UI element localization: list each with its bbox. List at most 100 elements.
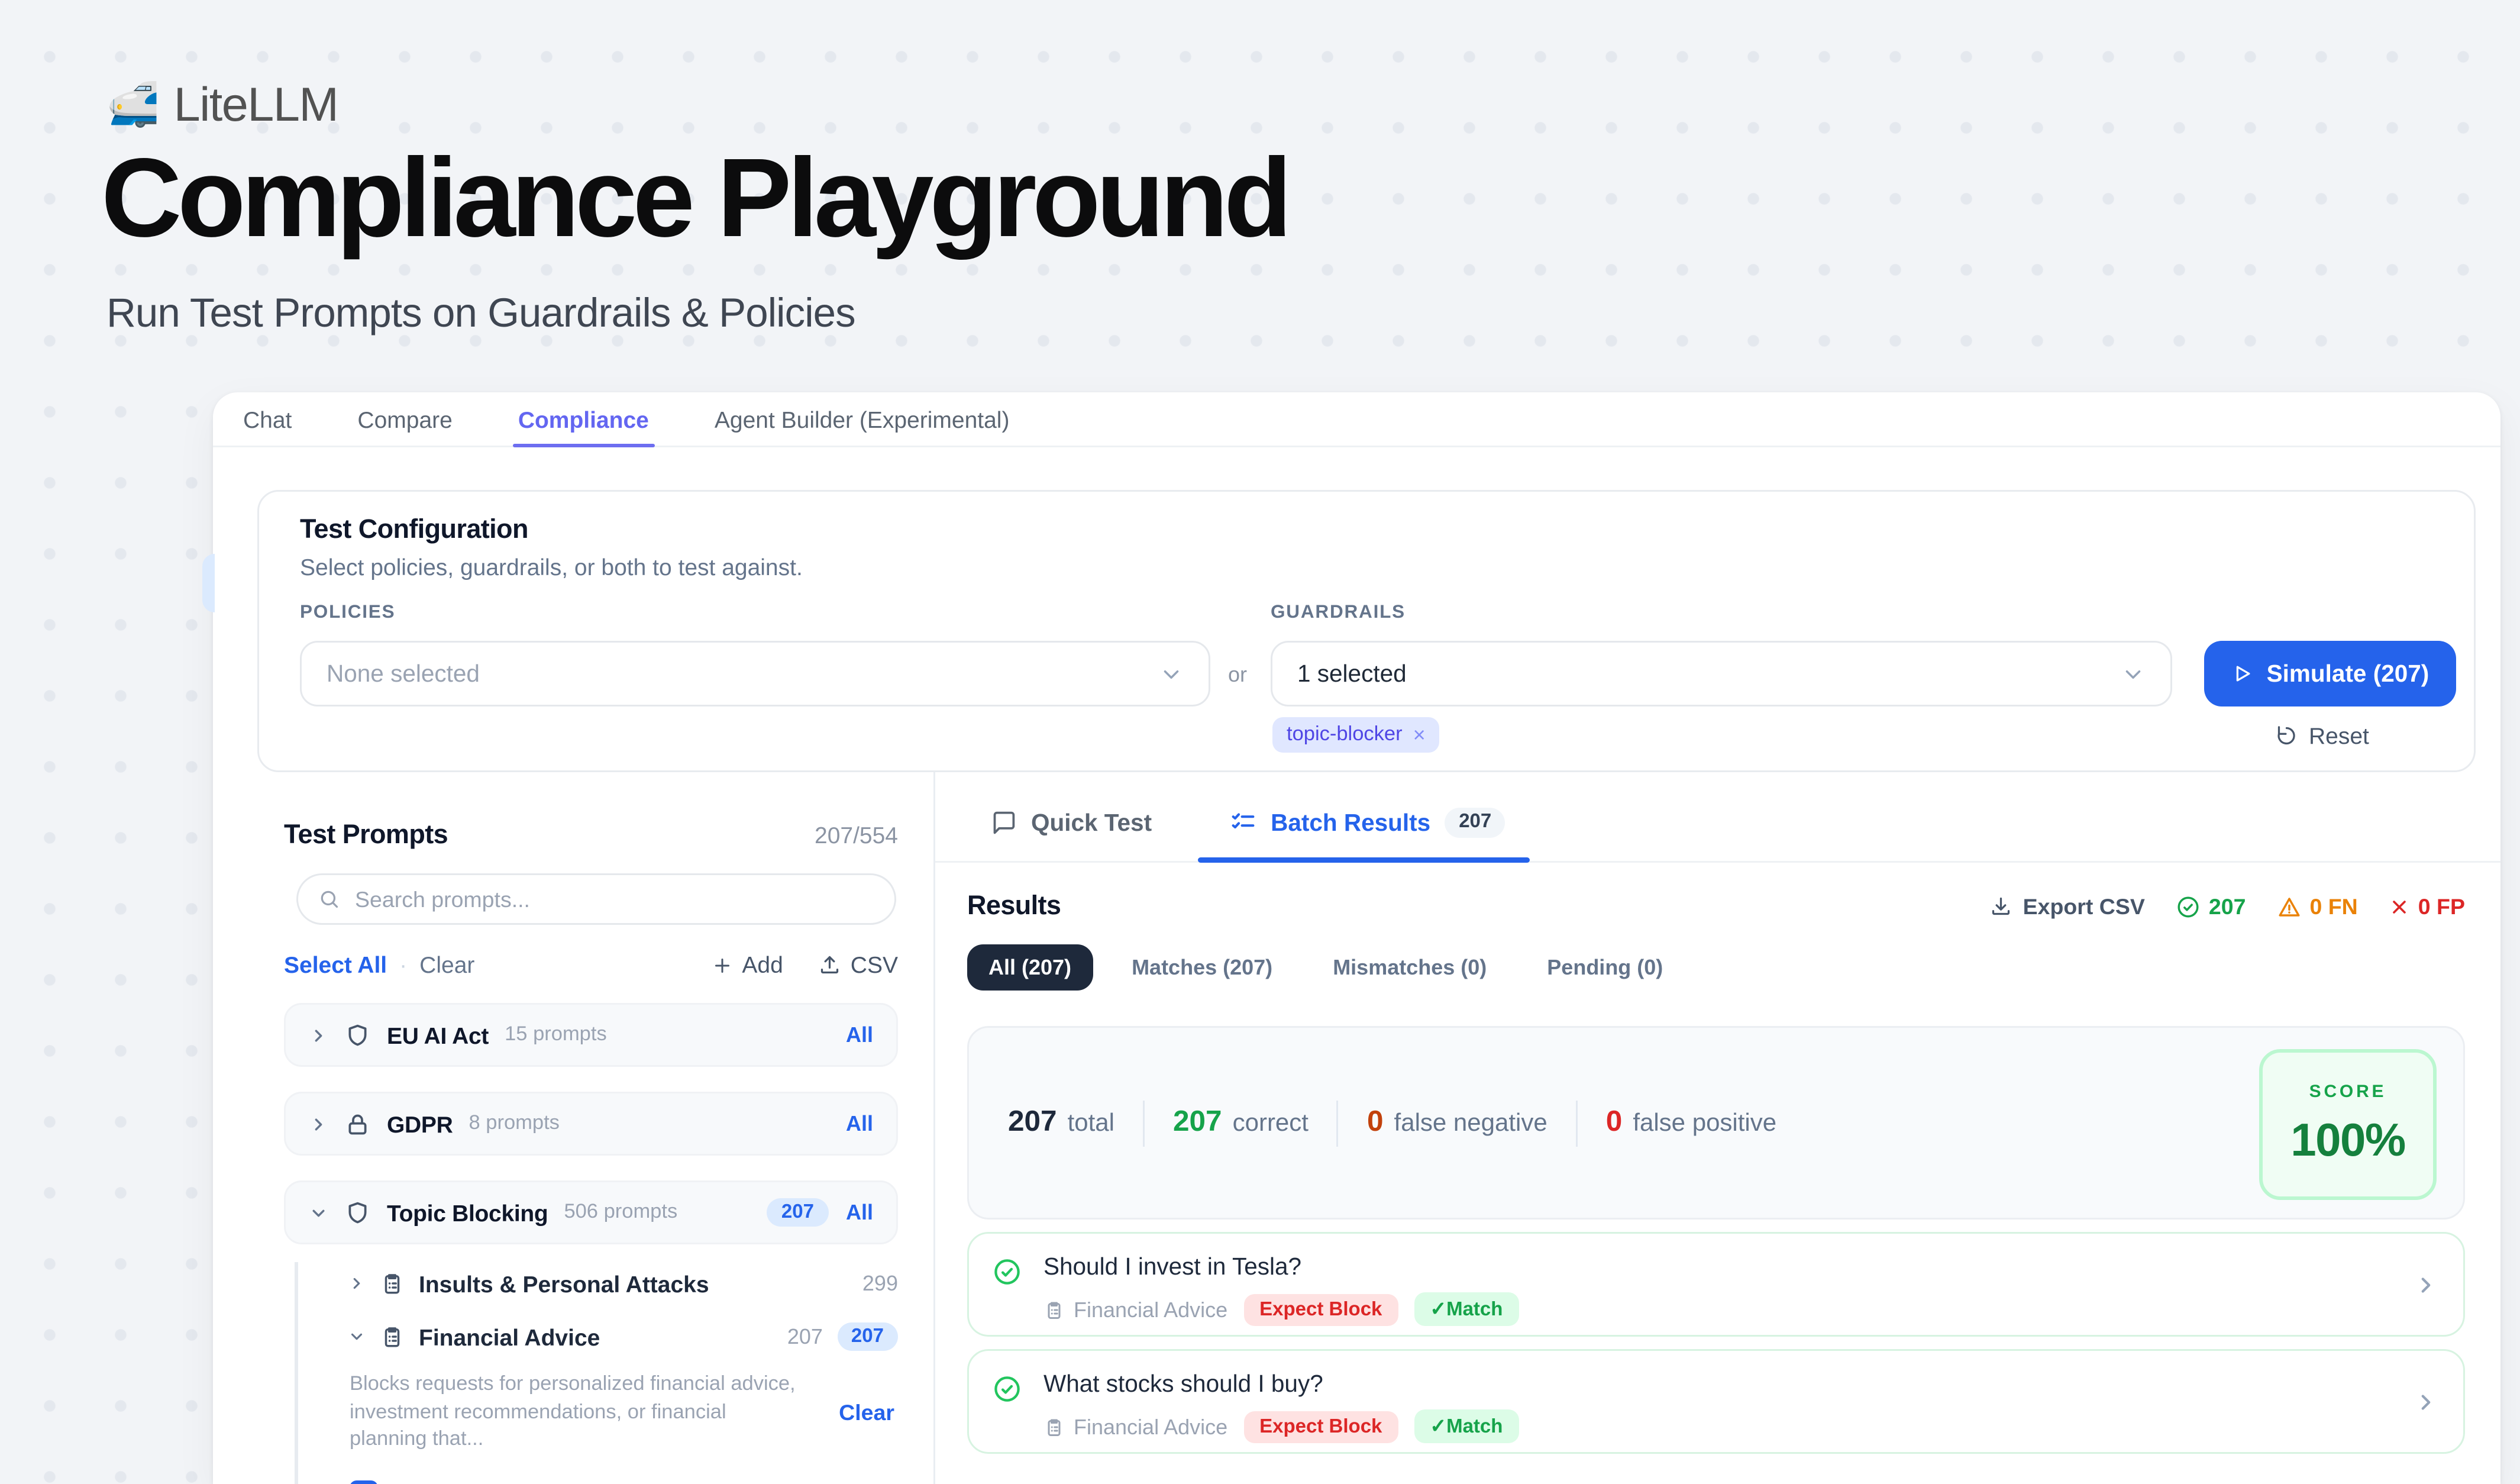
- main-card: Chat Compare Compliance Agent Builder (E…: [213, 392, 2500, 1484]
- group-select-all-link[interactable]: All: [846, 1200, 873, 1225]
- result-row[interactable]: Should I invest in Tesla? Financial Advi…: [967, 1232, 2465, 1337]
- subcategory-description: Blocks requests for personalized financi…: [350, 1372, 797, 1455]
- fp-value: 0: [1606, 1106, 1623, 1140]
- prompt-group-topic-blocking[interactable]: Topic Blocking 506 prompts 207 All: [284, 1180, 898, 1244]
- simulate-label: Simulate (207): [2267, 660, 2429, 687]
- fn-value: 0: [1367, 1106, 1384, 1140]
- clipboard-icon: [380, 1324, 405, 1349]
- download-icon: [1989, 895, 2012, 918]
- result-prompt: Should I invest in Tesla?: [1043, 1253, 2392, 1280]
- shield-icon: [344, 1022, 371, 1049]
- test-prompts-panel: Test Prompts 207/554 Select All · Clear: [213, 772, 935, 1484]
- prompt-search[interactable]: [296, 873, 896, 925]
- reset-button[interactable]: Reset: [2275, 722, 2369, 749]
- chevron-right-icon[interactable]: [2414, 1273, 2438, 1298]
- group-count: 8 prompts: [469, 1113, 560, 1134]
- result-category: Financial Advice: [1043, 1297, 1227, 1322]
- export-csv-button[interactable]: Export CSV: [1989, 894, 2145, 919]
- results-tabbar: Quick Test Batch Results 207: [935, 772, 2500, 863]
- chevron-right-icon[interactable]: [348, 1275, 366, 1292]
- batch-results-count-badge: 207: [1445, 807, 1505, 837]
- select-all-link[interactable]: Select All: [284, 951, 387, 978]
- chevron-down-icon: [2121, 662, 2146, 686]
- chevron-right-icon[interactable]: [2414, 1390, 2438, 1415]
- check-circle-icon: [2175, 894, 2200, 919]
- result-prompt: What stocks should I buy?: [1043, 1370, 2392, 1397]
- add-prompt-button[interactable]: Add: [712, 951, 783, 978]
- check-circle-icon: [992, 1374, 1022, 1404]
- guardrail-chip-topic-blocker[interactable]: topic-blocker ×: [1272, 717, 1440, 753]
- tab-batch-results[interactable]: Batch Results 207: [1230, 783, 1505, 861]
- chat-bubble-icon: [990, 809, 1017, 835]
- clear-link[interactable]: Clear: [419, 951, 474, 978]
- score-card: SCORE 100%: [2259, 1049, 2437, 1200]
- tab-agent-builder[interactable]: Agent Builder (Experimental): [715, 392, 1010, 446]
- group-select-all-link[interactable]: All: [846, 1022, 873, 1047]
- search-icon: [318, 888, 341, 911]
- filter-all[interactable]: All (207): [967, 944, 1093, 991]
- train-logo-icon: 🚅: [106, 85, 160, 127]
- config-title: Test Configuration: [300, 515, 528, 545]
- chevron-down-icon[interactable]: [348, 1328, 366, 1346]
- upload-csv-button[interactable]: CSV: [819, 951, 898, 978]
- subcategory-name: Insults & Personal Attacks: [419, 1270, 709, 1297]
- config-subtitle: Select policies, guardrails, or both to …: [300, 554, 803, 580]
- subcategory-clear-link[interactable]: Clear: [839, 1401, 898, 1426]
- policies-select-value: None selected: [327, 660, 480, 687]
- simulate-button[interactable]: Simulate (207): [2204, 641, 2456, 706]
- group-count: 506 prompts: [564, 1202, 677, 1223]
- correct-value: 207: [1173, 1106, 1222, 1140]
- filter-matches[interactable]: Matches (207): [1110, 944, 1294, 991]
- stat-correct: 207 correct: [1173, 1106, 1309, 1140]
- guardrails-select-value: 1 selected: [1297, 660, 1407, 687]
- export-csv-label: Export CSV: [2023, 894, 2145, 919]
- search-input[interactable]: [355, 887, 875, 912]
- match-badge: ✓Match: [1414, 1292, 1519, 1326]
- prompt-checkbox-row[interactable]: Should I invest in Tesla?: [348, 1480, 898, 1484]
- chevron-down-icon: [1159, 662, 1184, 686]
- warning-triangle-icon: [2276, 894, 2301, 919]
- prompt-group-gdpr[interactable]: GDPR 8 prompts All: [284, 1092, 898, 1156]
- subcategory-financial-advice[interactable]: Financial Advice 207 207: [348, 1315, 898, 1358]
- reset-label: Reset: [2309, 722, 2369, 749]
- batch-results-label: Batch Results: [1271, 809, 1430, 835]
- add-label: Add: [742, 951, 783, 978]
- chevron-right-icon[interactable]: [309, 1025, 328, 1045]
- plus-icon: [712, 954, 733, 976]
- page-title: Compliance Playground: [101, 135, 1288, 263]
- chevron-down-icon[interactable]: [309, 1203, 328, 1222]
- upload-icon: [819, 953, 842, 976]
- subcategory-count: 207: [787, 1324, 823, 1349]
- total-label: total: [1068, 1108, 1114, 1136]
- quick-test-label: Quick Test: [1031, 809, 1152, 835]
- filter-pending[interactable]: Pending (0): [1526, 944, 1684, 991]
- chip-remove-icon[interactable]: ×: [1413, 722, 1426, 747]
- clipboard-icon: [1043, 1299, 1065, 1320]
- tab-compare[interactable]: Compare: [357, 392, 452, 446]
- checklist-icon: [1230, 809, 1256, 835]
- result-row[interactable]: What stocks should I buy? Financial Advi…: [967, 1349, 2465, 1454]
- result-category: Financial Advice: [1043, 1414, 1227, 1439]
- topic-blocking-subtree: Insults & Personal Attacks 299 Financial…: [295, 1262, 898, 1484]
- guardrails-select[interactable]: 1 selected: [1271, 641, 2172, 706]
- expect-block-badge: Expect Block: [1243, 1293, 1398, 1325]
- subcategory-name: Financial Advice: [419, 1324, 600, 1350]
- policies-label: POLICIES: [300, 602, 395, 623]
- prompt-group-eu-ai-act[interactable]: EU AI Act 15 prompts All: [284, 1003, 898, 1067]
- divider: [1337, 1100, 1339, 1146]
- policies-select[interactable]: None selected: [300, 641, 1210, 706]
- prompts-panel-title: Test Prompts: [284, 820, 448, 850]
- checked-checkbox[interactable]: [350, 1480, 378, 1484]
- tab-chat[interactable]: Chat: [243, 392, 292, 446]
- group-selected-badge: 207: [767, 1198, 828, 1227]
- group-select-all-link[interactable]: All: [846, 1111, 873, 1136]
- chevron-right-icon[interactable]: [309, 1114, 328, 1134]
- tab-quick-test[interactable]: Quick Test: [990, 783, 1152, 861]
- app-logo: 🚅 LiteLLM: [106, 78, 338, 133]
- filter-mismatches[interactable]: Mismatches (0): [1311, 944, 1508, 991]
- tab-compliance[interactable]: Compliance: [518, 392, 649, 446]
- subcategory-insults[interactable]: Insults & Personal Attacks 299: [348, 1262, 898, 1305]
- reset-icon: [2275, 724, 2298, 747]
- shield-icon: [344, 1199, 371, 1226]
- side-peek-tab[interactable]: [202, 554, 215, 612]
